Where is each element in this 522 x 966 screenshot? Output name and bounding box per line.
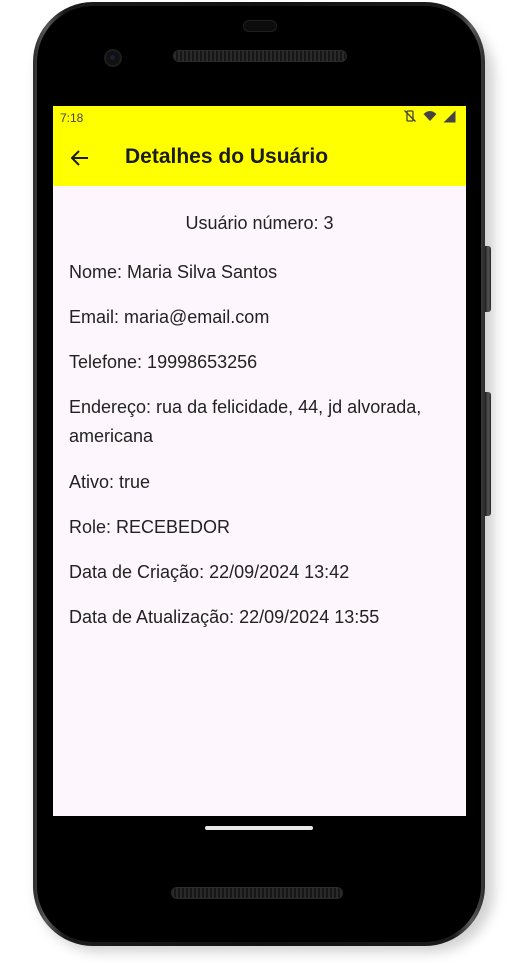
volume-button xyxy=(485,246,491,312)
field-email: Email: maria@email.com xyxy=(69,307,270,327)
gesture-nav-handle[interactable] xyxy=(205,826,313,830)
signal-icon xyxy=(443,110,456,122)
wifi-icon xyxy=(423,111,437,121)
field-updated-at: Data de Atualização: 22/09/2024 13:55 xyxy=(69,607,380,627)
field-address: Endereço: rua da felicidade, 44, jd alvo… xyxy=(69,397,422,446)
field-phone: Telefone: 19998653256 xyxy=(69,352,258,372)
field-created-at: Data de Criação: 22/09/2024 13:42 xyxy=(69,562,350,582)
status-bar: 7:18 xyxy=(53,106,466,130)
top-speaker-grille xyxy=(173,50,347,62)
power-button xyxy=(485,392,491,516)
status-icons xyxy=(403,109,456,123)
earpiece-slot xyxy=(243,20,277,32)
user-number-label: Usuário número: 3 xyxy=(185,213,334,233)
phone-screen: 7:18 Detalhes do Usuário Usuário número:… xyxy=(53,106,466,816)
field-role: Role: RECEBEDOR xyxy=(69,517,231,537)
front-camera xyxy=(104,49,122,67)
field-name: Nome: Maria Silva Santos xyxy=(69,262,278,282)
arrow-left-icon xyxy=(70,150,88,166)
page-title: Detalhes do Usuário xyxy=(125,145,329,168)
status-time: 7:18 xyxy=(60,111,84,125)
app-bar: Detalhes do Usuário xyxy=(53,130,466,186)
back-button[interactable] xyxy=(65,144,93,172)
vibrate-off-icon xyxy=(404,110,416,122)
field-active: Ativo: true xyxy=(69,472,151,492)
bottom-speaker-grille xyxy=(171,887,343,899)
